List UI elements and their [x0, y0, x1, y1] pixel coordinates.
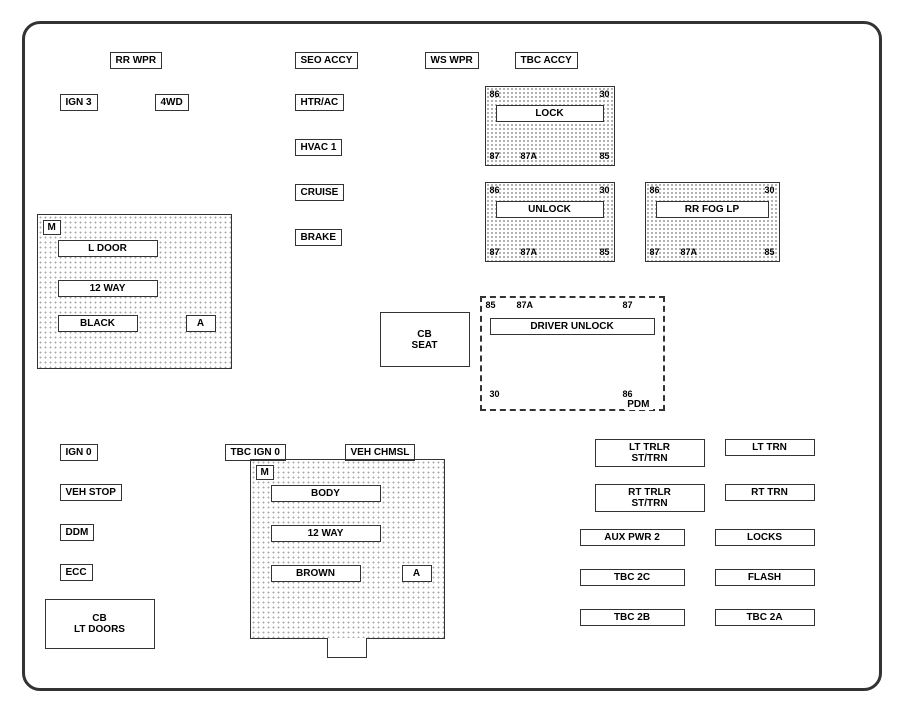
- ign3-fuse: IGN 3: [60, 94, 98, 111]
- rr-fog-lp-relay-label: RR FOG LP: [656, 201, 769, 218]
- tbc-2b-fuse: TBC 2B: [580, 609, 685, 626]
- unlock-pin-87a: 87A: [521, 247, 538, 257]
- lt-trn-fuse: LT TRN: [725, 439, 815, 456]
- tbc-2a-fuse: TBC 2A: [715, 609, 815, 626]
- hvac1-fuse: HVAC 1: [295, 139, 343, 156]
- driver-unlock-label: DRIVER UNLOCK: [490, 318, 655, 335]
- rr-fog-pin-87: 87: [650, 247, 660, 257]
- aux-pwr2-fuse: AUX PWR 2: [580, 529, 685, 546]
- body-group: M BODY 12 WAY BROWN A: [250, 459, 445, 639]
- 4wd-fuse: 4WD: [155, 94, 189, 111]
- ws-wpr-fuse: WS WPR: [425, 52, 479, 69]
- pdm-group: 85 87A 87 DRIVER UNLOCK 30 86 PDM: [480, 296, 665, 411]
- seo-accy-fuse: SEO ACCY: [295, 52, 359, 69]
- l-door-fuse: L DOOR: [58, 240, 158, 257]
- unlock-relay-label: UNLOCK: [496, 201, 604, 218]
- left-door-m-label: M: [43, 220, 61, 235]
- rr-wpr-fuse: RR WPR: [110, 52, 163, 69]
- lock-pin-85: 85: [599, 151, 609, 161]
- body-m-label: M: [256, 465, 274, 480]
- lock-pin-87: 87: [490, 151, 500, 161]
- flash-fuse: FLASH: [715, 569, 815, 586]
- rr-fog-pin-86: 86: [650, 185, 660, 195]
- a-label-left: A: [186, 315, 216, 332]
- tbc-accy-fuse: TBC ACCY: [515, 52, 578, 69]
- cb-lt-doors-fuse: CB LT DOORS: [45, 599, 155, 649]
- body-fuse: BODY: [271, 485, 381, 502]
- ecc-fuse: ECC: [60, 564, 93, 581]
- black-fuse: BLACK: [58, 315, 138, 332]
- htr-ac-fuse: HTR/AC: [295, 94, 345, 111]
- unlock-pin-87: 87: [490, 247, 500, 257]
- pdm-label: PDM: [624, 399, 652, 410]
- a-label-body: A: [402, 565, 432, 582]
- lt-trlr-fuse: LT TRLR ST/TRN: [595, 439, 705, 467]
- brake-fuse: BRAKE: [295, 229, 343, 246]
- rt-trlr-fuse: RT TRLR ST/TRN: [595, 484, 705, 512]
- lock-pin-87a: 87A: [521, 151, 538, 161]
- body-connector: [327, 638, 367, 658]
- veh-stop-fuse: VEH STOP: [60, 484, 122, 501]
- unlock-pin-85: 85: [599, 247, 609, 257]
- tbc-2c-fuse: TBC 2C: [580, 569, 685, 586]
- left-door-group: M L DOOR 12 WAY BLACK A: [37, 214, 232, 369]
- pdm-pin-87a: 87A: [517, 300, 534, 310]
- cb-seat-fuse: CB SEAT: [380, 312, 470, 367]
- cruise-fuse: CRUISE: [295, 184, 345, 201]
- pdm-pin-85: 85: [486, 300, 496, 310]
- locks-fuse: LOCKS: [715, 529, 815, 546]
- pdm-pin-87: 87: [622, 300, 632, 310]
- lock-pin-86: 86: [490, 89, 500, 99]
- ddm-fuse: DDM: [60, 524, 95, 541]
- ign0-fuse: IGN 0: [60, 444, 98, 461]
- lock-relay-label: LOCK: [496, 105, 604, 122]
- lock-pin-30: 30: [599, 89, 609, 99]
- rr-fog-pin-87a: 87A: [681, 247, 698, 257]
- unlock-pin-30: 30: [599, 185, 609, 195]
- 12way-fuse: 12 WAY: [58, 280, 158, 297]
- rr-fog-pin-30: 30: [764, 185, 774, 195]
- unlock-pin-86: 86: [490, 185, 500, 195]
- pdm-pin-86: 86: [622, 389, 632, 399]
- body-12way-fuse: 12 WAY: [271, 525, 381, 542]
- pdm-pin-30: 30: [490, 389, 500, 399]
- rt-trn-fuse: RT TRN: [725, 484, 815, 501]
- rr-fog-pin-85: 85: [764, 247, 774, 257]
- brown-fuse: BROWN: [271, 565, 361, 582]
- fuse-diagram: RR WPR SEO ACCY WS WPR TBC ACCY IGN 3 4W…: [22, 21, 882, 691]
